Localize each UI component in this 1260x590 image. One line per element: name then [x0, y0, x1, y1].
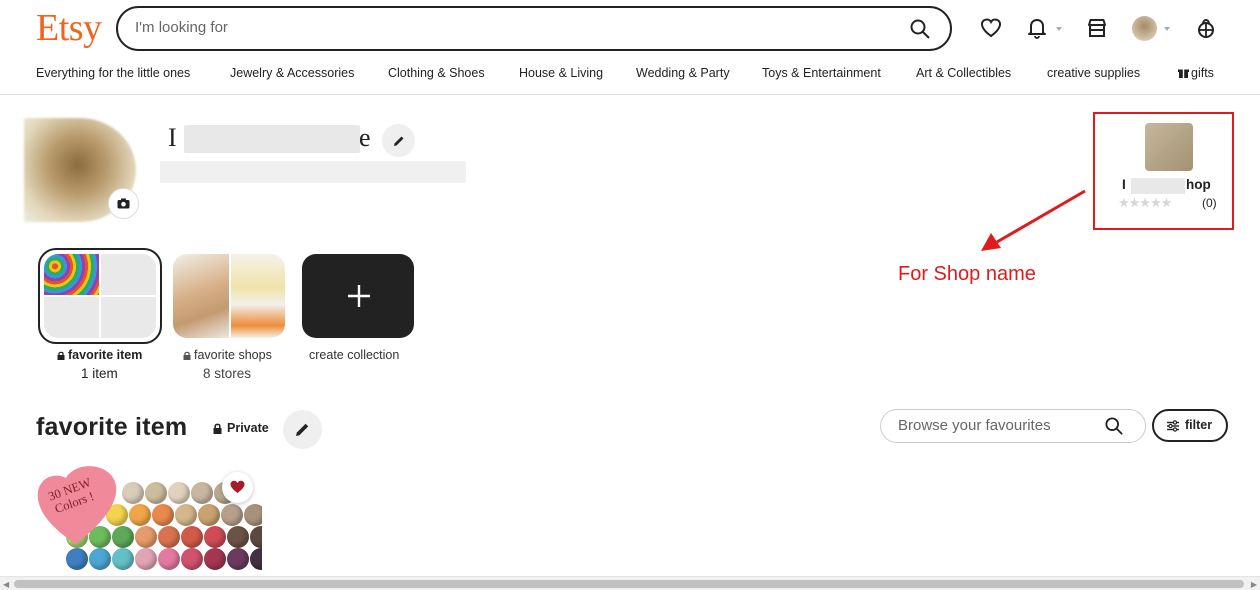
collection-title[interactable]: favorite item	[57, 348, 142, 362]
collection-card-favorite-item[interactable]	[44, 254, 156, 338]
cart-icon[interactable]	[1195, 17, 1217, 39]
search-icon[interactable]	[1105, 417, 1123, 435]
favorites-search-input[interactable]	[898, 417, 1098, 434]
collection-thumb	[231, 254, 285, 338]
shop-name[interactable]: I	[1122, 177, 1126, 192]
chevron-down-icon[interactable]	[1054, 24, 1064, 34]
lock-icon	[213, 423, 222, 434]
category-link[interactable]: Art & Collectibles	[916, 66, 1011, 80]
scroll-right-icon[interactable]: ▶	[1251, 580, 1257, 589]
category-link[interactable]: creative supplies	[1047, 66, 1140, 80]
collection-card-favorite-shops[interactable]	[173, 254, 285, 338]
shop-icon[interactable]	[1086, 17, 1108, 39]
collection-count: 1 item	[81, 366, 118, 381]
category-link[interactable]: Everything for the little ones	[36, 66, 190, 80]
category-nav: Everything for the little ones Jewelry &…	[0, 66, 1260, 86]
review-count: (0)	[1202, 196, 1217, 210]
profile-name-redacted	[184, 125, 360, 153]
annotation-arrow	[981, 189, 1086, 251]
search-bar[interactable]	[116, 6, 952, 51]
profile-name: I	[168, 123, 177, 153]
change-photo-button[interactable]	[108, 188, 139, 219]
create-collection-button[interactable]	[302, 254, 414, 338]
scroll-left-icon[interactable]: ◀	[3, 580, 9, 589]
shop-name-end: hop	[1186, 177, 1211, 192]
profile-subtitle-redacted	[160, 161, 466, 183]
sliders-icon	[1167, 420, 1179, 432]
gift-icon	[1178, 69, 1189, 78]
category-link[interactable]: Jewelry & Accessories	[230, 66, 354, 80]
collection-title[interactable]: create collection	[309, 348, 399, 362]
shop-name-redacted	[1131, 178, 1185, 194]
collection-title[interactable]: favorite shops	[183, 348, 272, 362]
edit-profile-button[interactable]	[382, 124, 415, 157]
scrollbar-thumb[interactable]	[14, 580, 1244, 588]
rating-stars: ★★★★★	[1118, 195, 1172, 210]
shop-thumbnail[interactable]	[1145, 123, 1193, 171]
profile-name-start: I	[168, 123, 177, 152]
gifts-label: gifts	[1191, 66, 1214, 80]
collection-thumb	[173, 254, 229, 338]
section-title: favorite item	[36, 413, 188, 441]
lock-icon	[57, 351, 65, 360]
annotation-label: For Shop name	[898, 263, 1036, 285]
chevron-down-icon[interactable]	[1162, 24, 1172, 34]
filter-label: filter	[1185, 418, 1213, 432]
collection-count: 8 stores	[203, 366, 252, 381]
shop-name-start: I	[1122, 177, 1126, 192]
etsy-logo[interactable]: Etsy	[36, 6, 102, 50]
collection-thumb	[44, 254, 99, 295]
edit-collection-button[interactable]	[283, 410, 322, 449]
site-header: Etsy Everything for the little ones Jewe…	[0, 0, 1260, 95]
horizontal-scrollbar[interactable]: ◀ ▶	[0, 576, 1260, 590]
collection-title-text: favorite item	[68, 348, 143, 362]
category-link[interactable]: Clothing & Shoes	[388, 66, 485, 80]
category-link[interactable]: House & Living	[519, 66, 603, 80]
shop-card-highlight[interactable]: I hop ★★★★★ (0)	[1093, 112, 1234, 230]
pencil-icon	[296, 423, 309, 436]
pencil-icon	[394, 136, 404, 146]
search-input[interactable]	[135, 19, 895, 36]
camera-icon	[117, 198, 130, 209]
privacy-label: Private	[227, 421, 269, 435]
category-link[interactable]: Wedding & Party	[636, 66, 730, 80]
plus-icon	[348, 285, 370, 307]
favorite-toggle-button[interactable]	[222, 472, 253, 503]
category-gifts[interactable]: gifts	[1178, 66, 1214, 80]
heart-filled-icon	[230, 480, 245, 493]
avatar[interactable]	[1132, 16, 1157, 41]
favorites-search-bar[interactable]	[880, 409, 1146, 443]
search-icon[interactable]	[910, 19, 930, 39]
lock-icon	[183, 351, 191, 360]
profile-name-end: e	[359, 123, 371, 152]
category-link[interactable]: Toys & Entertainment	[762, 66, 881, 80]
filter-button[interactable]: filter	[1152, 409, 1228, 442]
privacy-badge: Private	[213, 421, 269, 435]
heart-icon[interactable]	[980, 17, 1002, 39]
bell-icon[interactable]	[1026, 17, 1048, 39]
collection-title-text: favorite shops	[194, 348, 272, 362]
